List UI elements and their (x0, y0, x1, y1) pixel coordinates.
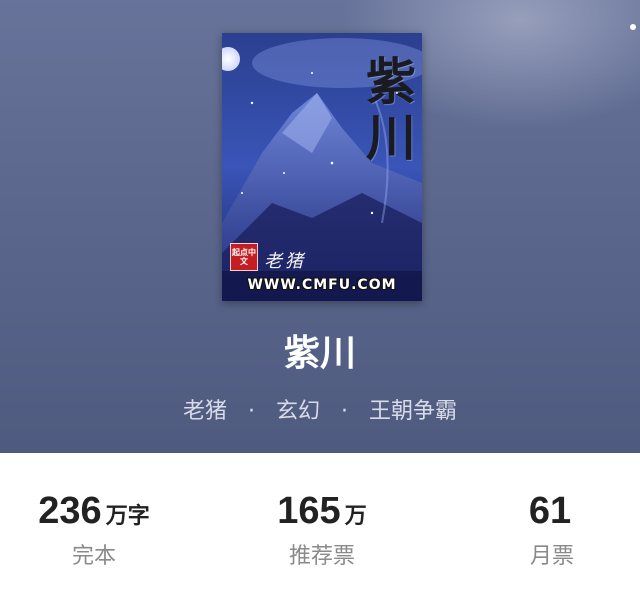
publisher-badge: 起点中文 (230, 243, 258, 271)
meta-separator: · (341, 399, 348, 424)
subgenre-link[interactable]: 王朝争霸 (369, 399, 457, 424)
more-icon[interactable] (630, 24, 636, 30)
book-title: 紫川 (283, 333, 356, 374)
cover-author-art: 老猪 (264, 251, 306, 272)
cover-site-text: WWW.CMFU.COM (247, 277, 397, 293)
cover-title-art: 紫川 (358, 55, 417, 167)
stat-word-count: 236 万字 完本 (34, 489, 154, 571)
completion-status: 完本 (71, 544, 116, 569)
recommend-votes-unit: 万 (344, 504, 367, 529)
stat-recommend-votes[interactable]: 165 万 推荐票 (262, 489, 382, 571)
word-count-unit: 万字 (105, 504, 150, 529)
book-header: 紫川 起点中文 老猪 WWW.CMFU.COM 紫川 老猪 · 玄幻 · 王朝争… (0, 0, 640, 453)
meta-separator: · (247, 399, 255, 424)
book-stats: 236 万字 完本 165 万 推荐票 61 月票 (0, 453, 640, 601)
recommend-votes-value: 165 (277, 490, 341, 532)
author-link[interactable]: 老猪 (183, 399, 227, 424)
stat-monthly-votes[interactable]: 61 月票 (492, 489, 612, 571)
book-meta: 老猪 · 玄幻 · 王朝争霸 (0, 396, 640, 428)
book-cover[interactable]: 紫川 起点中文 老猪 WWW.CMFU.COM (222, 33, 422, 301)
word-count-value: 236 (38, 490, 102, 532)
monthly-votes-value: 61 (528, 490, 572, 532)
recommend-votes-label: 推荐票 (288, 544, 355, 569)
genre-link[interactable]: 玄幻 (276, 399, 320, 424)
monthly-votes-label: 月票 (529, 544, 574, 569)
